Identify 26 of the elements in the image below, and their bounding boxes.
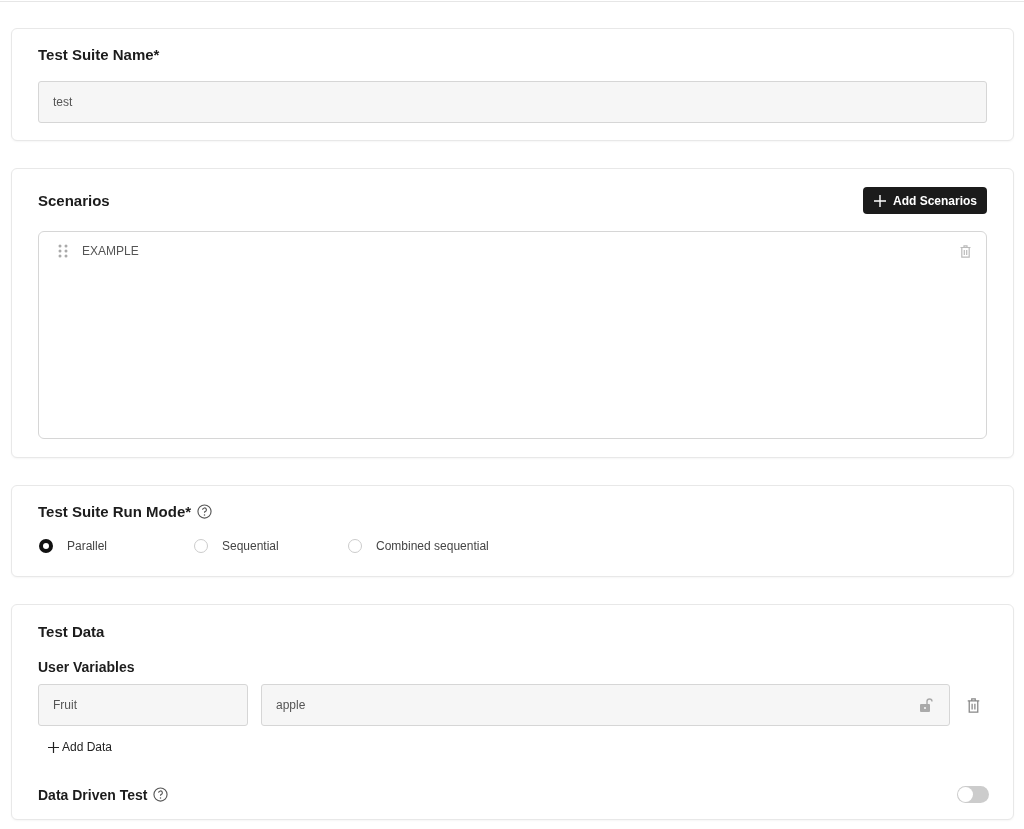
section-title: Test Suite Name*	[38, 46, 161, 63]
section-subtitle: User Variables	[38, 659, 136, 675]
variable-value-field[interactable]: apple	[261, 684, 950, 726]
toggle-switch[interactable]	[957, 786, 989, 803]
suite-name-field[interactable]: test	[38, 81, 987, 123]
variable-value: apple	[276, 698, 306, 712]
drag-handle-icon[interactable]	[58, 244, 68, 258]
run-mode-option[interactable]: Combined sequential	[348, 539, 489, 553]
unlocked-icon[interactable]	[920, 698, 933, 712]
section-title: Test Suite Run Mode*	[38, 503, 192, 520]
help-icon[interactable]	[197, 504, 213, 519]
run-mode-option[interactable]: Sequential	[194, 539, 348, 553]
section-title: Scenarios	[38, 192, 110, 209]
scenario-name: EXAMPLE	[82, 244, 139, 258]
delete-icon[interactable]	[960, 244, 971, 258]
plus-icon	[48, 741, 59, 753]
delete-icon[interactable]	[967, 697, 980, 713]
plus-icon	[872, 193, 887, 208]
help-icon[interactable]	[153, 787, 169, 802]
run-mode-option[interactable]: Parallel	[39, 539, 194, 553]
variable-name-field[interactable]: Fruit	[38, 684, 248, 726]
section-title: Test Data	[38, 623, 106, 640]
add-scenarios-button[interactable]: Add Scenarios	[862, 187, 987, 214]
data-driven-label: Data Driven Test	[38, 786, 148, 803]
add-data-button[interactable]: Add Data	[48, 740, 113, 754]
radio-button[interactable]	[39, 539, 53, 553]
